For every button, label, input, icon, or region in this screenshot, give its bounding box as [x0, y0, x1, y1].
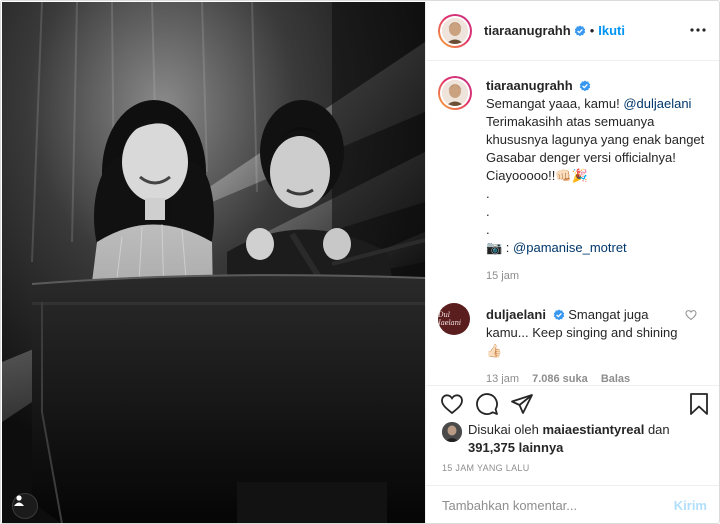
comment-icon[interactable]: [475, 392, 499, 416]
comment-time[interactable]: 13 jam: [486, 373, 519, 384]
share-icon[interactable]: [510, 392, 534, 416]
commenter-avatar[interactable]: Dul Jaelani: [438, 303, 470, 335]
caption-time[interactable]: 15 jam: [486, 270, 519, 282]
post-photo[interactable]: [2, 2, 425, 523]
follow-button[interactable]: Ikuti: [598, 23, 625, 38]
add-comment-bar: Kirim: [426, 485, 719, 523]
post-side-panel: tiaraanugrahh • Ikuti tiaraanugrahh Sema…: [425, 1, 719, 523]
verified-badge-icon: [553, 309, 564, 321]
comment-input[interactable]: [442, 498, 674, 513]
caption-emoji: 👊🏻🎉: [555, 168, 588, 183]
author-avatar[interactable]: [438, 13, 472, 48]
mention-link[interactable]: @pamanise_motret: [513, 240, 627, 255]
like-comment-heart-icon[interactable]: [685, 309, 697, 321]
likes-others[interactable]: 391,375 lainnya: [468, 440, 563, 455]
heart-icon[interactable]: [440, 392, 464, 416]
post-timestamp[interactable]: 15 JAM YANG LALU: [442, 463, 530, 473]
reply-button[interactable]: Balas: [601, 373, 630, 384]
caption-comment: tiaraanugrahh Semangat yaaa, kamu! @dulj…: [438, 74, 709, 301]
action-bar: [426, 385, 719, 421]
stage-photo-illustration: [2, 2, 425, 523]
caption-dot: .: [486, 204, 490, 219]
caption-dot: .: [486, 186, 490, 201]
avatar-image: [442, 80, 468, 106]
more-options-icon[interactable]: [689, 21, 707, 39]
likes-prefix: Disukai oleh: [468, 422, 543, 437]
caption-text: Semangat yaaa, kamu!: [486, 96, 624, 111]
likes-summary: Disukai oleh maiaestiantyreal dan 391,37…: [442, 421, 712, 457]
tagged-users-button[interactable]: [12, 493, 38, 519]
liker-avatar[interactable]: [442, 422, 462, 442]
verified-badge-icon: [580, 80, 591, 92]
post-header: tiaraanugrahh • Ikuti: [426, 1, 719, 61]
comment-like-count[interactable]: 7.086 suka: [532, 373, 588, 384]
caption-username[interactable]: tiaraanugrahh: [486, 78, 573, 93]
caption-text: Gasabar denger versi officialnya!: [486, 150, 676, 165]
caption-text: Terimakasihh atas semuanya: [486, 114, 655, 129]
header-separator: •: [589, 23, 595, 38]
post-comment-button[interactable]: Kirim: [674, 498, 707, 513]
avatar-image: [442, 17, 468, 44]
caption-dot: .: [486, 222, 490, 237]
bookmark-icon[interactable]: [688, 392, 710, 416]
likes-joiner: dan: [644, 422, 670, 437]
photo-credit-prefix: 📷 :: [486, 240, 514, 255]
author-username[interactable]: tiaraanugrahh: [484, 23, 571, 38]
comments-list[interactable]: tiaraanugrahh Semangat yaaa, kamu! @dulj…: [426, 62, 719, 384]
comment-emoji: 👍🏻: [486, 343, 503, 358]
verified-badge-icon: [574, 25, 585, 36]
user-tag-icon: [14, 495, 24, 506]
caption-text: Ciayooooo!!: [486, 168, 556, 183]
caption-author-avatar[interactable]: [438, 76, 472, 110]
commenter-username[interactable]: duljaelani: [486, 307, 546, 322]
avatar-wordmark: Dul Jaelani: [438, 311, 461, 327]
caption-text: khususnya lagunya yang enak banget: [486, 132, 705, 147]
mention-link[interactable]: @duljaelani: [623, 96, 691, 111]
comment-item: Dul Jaelani duljaelani Smangat juga kamu…: [438, 301, 709, 384]
liker-username[interactable]: maiaestiantyreal: [542, 422, 644, 437]
post-modal: tiaraanugrahh • Ikuti tiaraanugrahh Sema…: [0, 0, 720, 524]
